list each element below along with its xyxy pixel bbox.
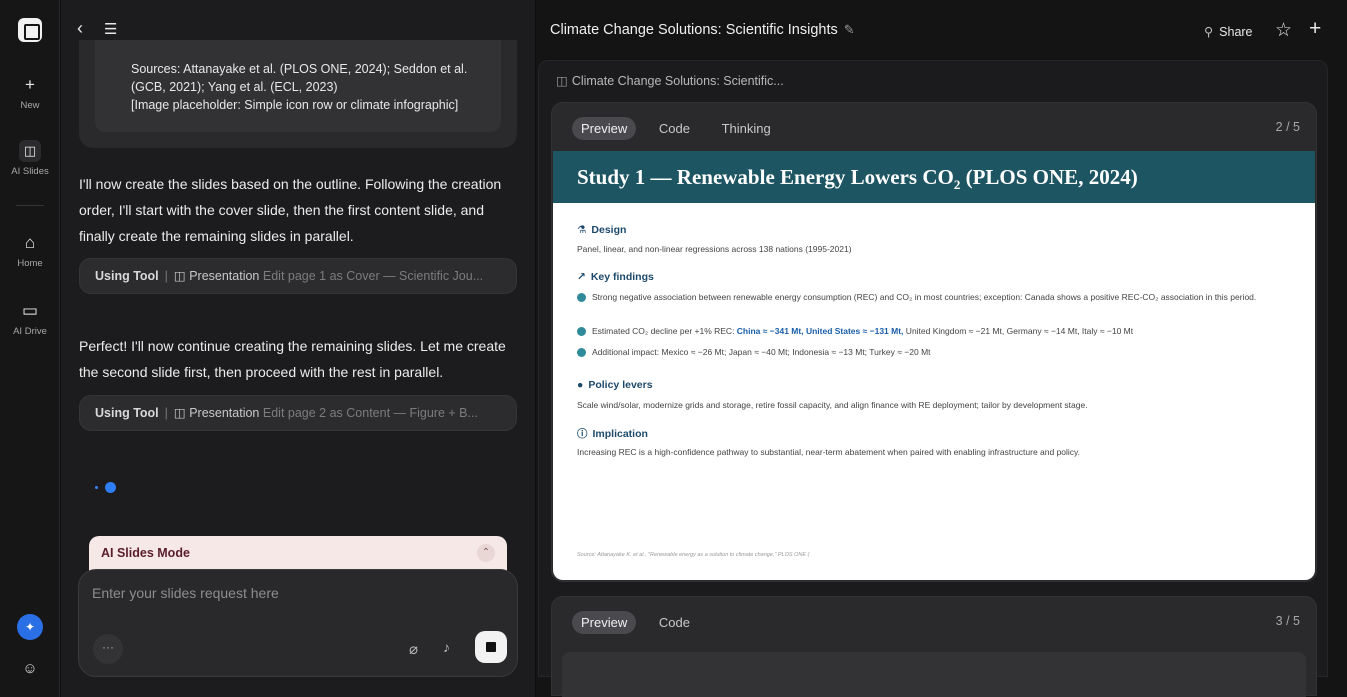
rail-ai-slides-label: AI Slides [11,166,49,177]
rail-ai-drive[interactable]: ▭ AI Drive [0,300,60,337]
design-text: Panel, linear, and non-linear regression… [577,244,852,254]
page-counter: 3 / 5 [1275,614,1300,628]
lightbulb-icon: ● [577,379,584,391]
more-options-button[interactable]: ··· [93,634,123,664]
rail-new[interactable]: + New [0,74,60,111]
chat-column: ‹ ☰ Sources: Attanayake et al. (PLOS ONE… [61,0,535,697]
attach-icon[interactable]: ⌀ [409,640,418,658]
tool-name: Presentation [189,269,260,283]
finding-2: Estimated CO₂ decline per +1% REC: China… [577,325,1292,338]
tool-using-label: Using Tool [95,406,159,420]
check-circle-icon [577,327,586,336]
slide-title: Study 1 — Renewable Energy Lowers CO2 (P… [553,151,1315,203]
tool-detail: Edit page 1 as Cover — Scientific Jou... [262,269,484,283]
finding-3: Additional impact: Mexico ≈ −26 Mt; Japa… [577,346,1292,359]
user-icon[interactable]: ☺ [18,657,42,681]
chart-line-icon: ↗ [577,271,586,283]
gift-icon[interactable]: ✦ [17,614,43,640]
composer: ··· ⌀ ♪ [78,569,518,677]
panel-title: Climate Change Solutions: Scientific Ins… [550,22,855,38]
finding-1: Strong negative association between rene… [577,291,1292,304]
chat-topbar: ‹ ☰ [77,18,133,39]
app-logo-icon[interactable] [18,18,42,42]
slide-source-note: Source: Attanayake K. et al., "Renewable… [577,552,810,558]
tab-code[interactable]: Code [650,611,699,634]
star-icon[interactable]: ☆ [1275,19,1292,42]
implication-heading: ⓘ Implication [577,428,648,440]
plus-icon: + [25,75,35,94]
check-circle-icon [577,348,586,357]
sources-line-2: (GCB, 2021); Yang et al. (ECL, 2023) [131,80,338,94]
slide-tabs: Preview Code Thinking [572,117,790,140]
folder-icon: ▭ [21,301,39,320]
edit-pencil-icon[interactable]: ✎ [844,22,855,37]
tool-using-label: Using Tool [95,269,159,283]
assistant-message-1: I'll now create the slides based on the … [79,176,502,244]
presentation-icon: ◫ [173,406,190,420]
add-icon[interactable]: + [1309,17,1321,41]
sources-line-3: [Image placeholder: Simple icon row or c… [131,98,459,112]
tab-thinking[interactable]: Thinking [713,117,780,140]
rail-ai-slides[interactable]: ◫ AI Slides [0,140,60,177]
assistant-message-2: Perfect! I'll now continue creating the … [79,338,506,380]
tab-preview[interactable]: Preview [572,117,637,140]
breadcrumb: ◫ Climate Change Solutions: Scientific... [556,73,784,88]
microphone-icon[interactable]: ♪ [443,639,450,655]
chevron-up-icon[interactable]: ⌃ [477,544,495,562]
slides-icon: ◫ [19,140,41,162]
check-circle-icon [577,293,586,302]
slide-card-3: Preview Code 3 / 5 [551,596,1317,697]
panel-title-text: Climate Change Solutions: Scientific Ins… [550,22,838,38]
stop-button[interactable] [475,631,507,663]
implication-text: Increasing REC is a high-confidence path… [577,447,1081,457]
slide-card-2: Preview Code Thinking 2 / 5 Study 1 — Re… [551,102,1317,582]
mode-title: AI Slides Mode [101,546,190,560]
home-icon: ⌂ [24,233,36,252]
page-counter: 2 / 5 [1275,120,1300,134]
info-icon: ⓘ [577,428,588,440]
tool-call-2[interactable]: Using Tool | ◫ Presentation Edit page 2 as… [79,395,517,431]
menu-icon[interactable]: ☰ [104,21,117,38]
breadcrumb-text: Climate Change Solutions: Scientific... [571,74,784,88]
slide-preview: Study 1 — Renewable Energy Lowers CO2 (P… [553,151,1315,580]
book-icon: ◫ [556,74,568,88]
design-heading: ⚗ Design [577,224,627,236]
policy-heading: ● Policy levers [577,379,653,391]
tool-name: Presentation [189,406,260,420]
preview-panel: Climate Change Solutions: Scientific Ins… [536,0,1347,697]
slides-request-input[interactable] [92,582,492,604]
rail-ai-drive-label: AI Drive [13,326,47,337]
findings-heading: ↗ Key findings [577,271,654,283]
left-rail: + New ◫ AI Slides ⌂ Home ▭ AI Drive ✦ ☺ [0,0,60,697]
sources-card: Sources: Attanayake et al. (PLOS ONE, 20… [79,40,517,148]
sources-line-1: Sources: Attanayake et al. (PLOS ONE, 20… [131,62,468,76]
sources-box: Sources: Attanayake et al. (PLOS ONE, 20… [95,40,501,132]
link-icon: ⚲ [1204,25,1214,39]
slide-tabs: Preview Code [572,611,709,634]
rail-new-label: New [20,100,40,111]
tool-call-1[interactable]: Using Tool | ◫ Presentation Edit page 1 as… [79,258,517,294]
tab-preview[interactable]: Preview [572,611,637,634]
slide-preview-placeholder [562,652,1306,697]
share-label: Share [1219,25,1253,39]
policy-text: Scale wind/solar, modernize grids and st… [577,400,1088,410]
share-button[interactable]: ⚲ Share [1204,24,1253,39]
rail-divider [16,205,44,206]
flask-icon: ⚗ [577,224,587,236]
rail-home-label: Home [17,258,43,269]
presentation-icon: ◫ [173,269,190,283]
rail-home[interactable]: ⌂ Home [0,232,60,269]
tab-code[interactable]: Code [650,117,699,140]
tool-detail: Edit page 2 as Content — Figure + B... [262,406,478,420]
back-chevron-icon[interactable]: ‹ [77,18,83,38]
